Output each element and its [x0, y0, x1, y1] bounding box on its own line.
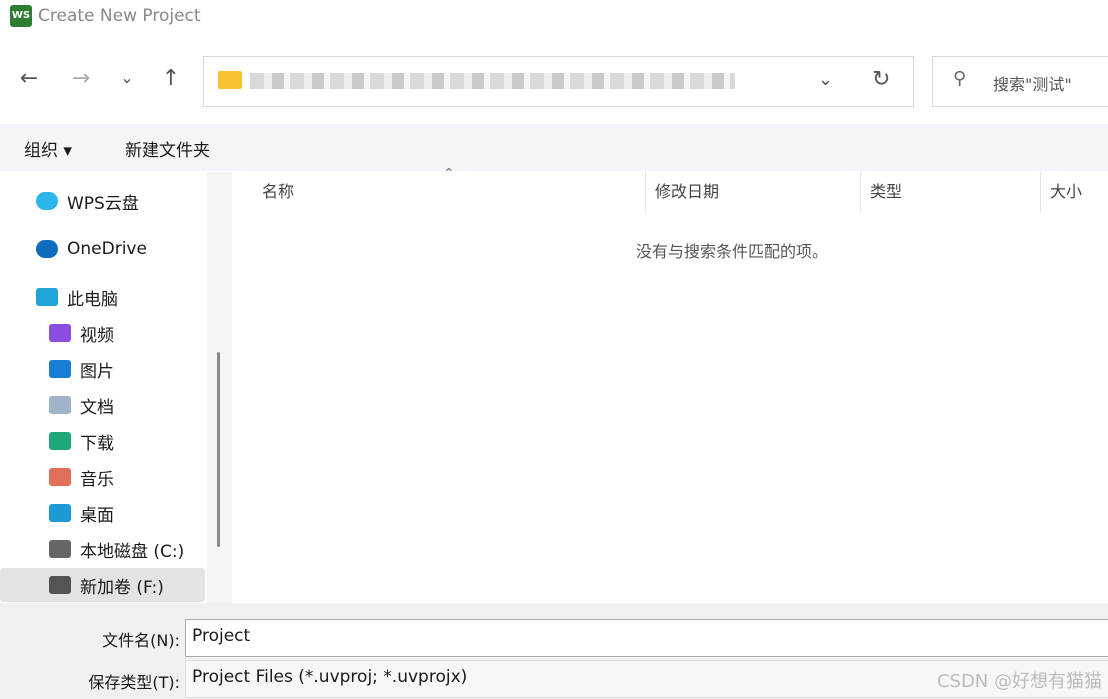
documents-icon [49, 396, 71, 414]
sidebar-item-label: 视频 [80, 325, 114, 346]
column-divider[interactable] [645, 172, 646, 212]
sidebar-item[interactable]: 新加卷 (F:) [0, 568, 205, 602]
search-icon: ⚲ [953, 68, 967, 89]
desktop-icon [49, 504, 71, 522]
watermark: CSDN @好想有猫猫 [936, 671, 1102, 692]
sidebar-item-label: 图片 [80, 361, 114, 382]
sidebar-scrollbar[interactable] [207, 172, 232, 603]
address-dropdown-button[interactable]: ⌄ [818, 69, 833, 90]
refresh-button[interactable]: ↻ [872, 67, 890, 92]
up-button[interactable]: ↑ [156, 66, 186, 91]
sidebar-item[interactable]: 桌面 [0, 496, 205, 530]
sidebar-item-label: OneDrive [67, 239, 147, 259]
search-placeholder: 搜索"测试" [993, 75, 1072, 94]
toolbar: 组织 ▾ 新建文件夹 [0, 124, 1108, 171]
sort-ascending-icon: ⌃ [443, 166, 455, 182]
back-button[interactable]: ← [14, 66, 44, 91]
filename-label: 文件名(N): [102, 631, 180, 650]
music-icon [49, 468, 71, 486]
column-divider[interactable] [860, 172, 861, 212]
column-header-name[interactable]: 名称 [262, 172, 294, 212]
sidebar-item[interactable]: OneDrive [0, 232, 205, 266]
sidebar-item-label: 下载 [80, 433, 114, 454]
file-type-label: 保存类型(T): [88, 673, 180, 692]
sidebar-item-label: 本地磁盘 (C:) [80, 541, 185, 562]
download-icon [49, 432, 71, 450]
column-header-size[interactable]: 大小 [1050, 172, 1082, 212]
window-title: Create New Project [38, 6, 201, 26]
filename-input[interactable]: Project [185, 619, 1108, 657]
sidebar-item-label: 桌面 [80, 505, 114, 526]
app-logo: WS [10, 5, 32, 27]
video-icon [49, 324, 71, 342]
sidebar-item-label: WPS云盘 [67, 193, 139, 214]
sidebar-item[interactable]: 文档 [0, 388, 205, 422]
empty-message: 没有与搜索条件匹配的项。 [636, 242, 829, 261]
blurred-path [250, 73, 735, 89]
sidebar-item-label: 文档 [80, 397, 114, 418]
column-header-type[interactable]: 类型 [870, 172, 902, 212]
sidebar-item[interactable]: WPS云盘 [0, 184, 205, 218]
new-folder-button[interactable]: 新建文件夹 [125, 136, 210, 161]
computer-icon [36, 288, 58, 306]
sidebar-item-label: 新加卷 (F:) [80, 577, 164, 598]
wps-cloud-icon [36, 192, 58, 210]
onedrive-icon [36, 240, 58, 258]
drive-icon [49, 576, 71, 594]
drive-c-icon [49, 540, 71, 558]
forward-button[interactable]: → [66, 66, 96, 91]
sidebar-item-label: 音乐 [80, 469, 114, 490]
recent-locations-button[interactable]: ⌄ [112, 68, 142, 87]
sidebar-item-label: 此电脑 [67, 289, 118, 310]
sidebar-item[interactable]: 本地磁盘 (C:) [0, 532, 205, 566]
sidebar-item[interactable]: 此电脑 [0, 280, 205, 314]
sidebar-item[interactable]: 音乐 [0, 460, 205, 494]
sidebar-item[interactable]: 图片 [0, 352, 205, 386]
column-divider[interactable] [1040, 172, 1041, 212]
search-box[interactable]: ⚲ 搜索"测试" [932, 56, 1108, 107]
sidebar-item[interactable]: 下载 [0, 424, 205, 458]
sidebar-item[interactable]: 视频 [0, 316, 205, 350]
folder-icon [218, 71, 242, 89]
column-header-date[interactable]: 修改日期 [655, 172, 719, 212]
pictures-icon [49, 360, 71, 378]
address-bar[interactable]: ⌄ ↻ [203, 56, 914, 107]
navigation-pane: WPS云盘 OneDrive 此电脑视频图片文档下载音乐桌面本地磁盘 (C:) 新加卷… [0, 172, 207, 603]
organize-button[interactable]: 组织 ▾ [24, 136, 72, 161]
scrollbar-thumb[interactable] [217, 352, 220, 547]
